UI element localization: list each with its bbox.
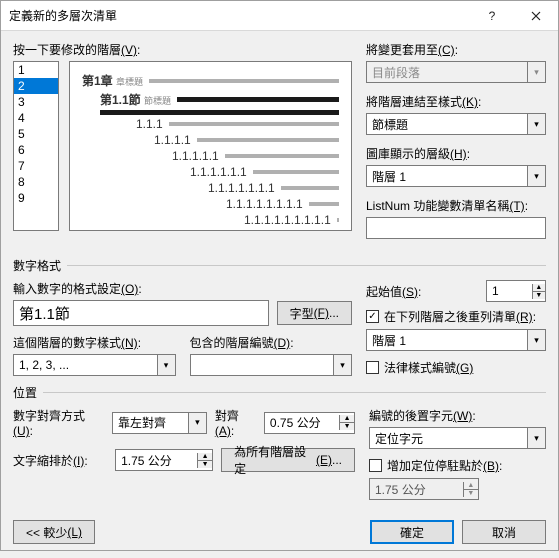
level-item[interactable]: 9 — [14, 190, 58, 206]
chevron-down-icon: ▾ — [333, 355, 351, 375]
chevron-down-icon: ▾ — [527, 62, 545, 82]
help-button[interactable]: ? — [470, 1, 514, 31]
chevron-down-icon: ▾ — [527, 114, 545, 134]
chevron-down-icon: ▾ — [527, 428, 545, 448]
follow-number-combo[interactable]: 定位字元▾ — [369, 427, 546, 449]
apply-to-combo[interactable]: 目前段落▾ — [366, 61, 546, 83]
number-style-label: 這個階層的數字樣式(N): — [13, 334, 176, 351]
gallery-level-combo[interactable]: 階層 1▾ — [366, 165, 546, 187]
aligned-at-spinner[interactable]: ▲▼ — [264, 412, 355, 434]
tab-stop-spinner: ▲▼ — [369, 478, 479, 500]
level-item[interactable]: 4 — [14, 110, 58, 126]
link-style-label: 將階層連結至樣式(K): — [366, 93, 546, 110]
cancel-button[interactable]: 取消 — [462, 520, 546, 544]
less-button[interactable]: << 較少(L) — [13, 520, 95, 544]
text-indent-label: 文字縮排於(I): — [13, 452, 107, 469]
level-item[interactable]: 5 — [14, 126, 58, 142]
spin-up-icon[interactable]: ▲ — [533, 284, 545, 292]
spin-down-icon[interactable]: ▼ — [340, 423, 354, 430]
titlebar: 定義新的多層次清單 ? — [1, 1, 558, 31]
chevron-down-icon: ▾ — [527, 330, 545, 350]
spin-down-icon: ▼ — [464, 490, 478, 497]
number-format-group: 數字格式 — [13, 257, 61, 274]
level-item[interactable]: 2 — [14, 78, 58, 94]
font-button[interactable]: 字型(F)... — [277, 301, 352, 325]
set-all-levels-button[interactable]: 為所有階層設定(E)... — [221, 448, 355, 472]
dialog-root: 定義新的多層次清單 ? 按一下要修改的階層(V): 1 2 3 4 5 — [0, 0, 559, 551]
chevron-down-icon: ▾ — [188, 413, 206, 433]
checkbox-icon: ✓ — [366, 310, 379, 323]
number-alignment-label: 數字對齊方式(U): — [13, 407, 104, 438]
add-tab-stop-checkbox[interactable]: 增加定位停駐點於(B): — [369, 457, 546, 474]
spin-up-icon[interactable]: ▲ — [340, 415, 354, 423]
number-style-combo[interactable]: 1, 2, 3, ...▾ — [13, 354, 176, 376]
aligned-at-label: 對齊(A): — [215, 407, 256, 438]
level-listbox[interactable]: 1 2 3 4 5 6 7 8 9 — [13, 61, 59, 231]
ok-button[interactable]: 確定 — [370, 520, 454, 544]
level-item[interactable]: 3 — [14, 94, 58, 110]
start-at-spinner[interactable]: ▲▼ — [486, 280, 546, 302]
level-to-modify-label: 按一下要修改的階層(V): — [13, 41, 352, 58]
dialog-title: 定義新的多層次清單 — [9, 7, 470, 24]
checkbox-icon — [369, 459, 382, 472]
link-style-combo[interactable]: 節標題▾ — [366, 113, 546, 135]
level-item[interactable]: 7 — [14, 158, 58, 174]
gallery-level-label: 圖庫顯示的層級(H): — [366, 145, 546, 162]
spin-down-icon[interactable]: ▼ — [533, 292, 545, 299]
number-alignment-combo[interactable]: 靠左對齊▾ — [112, 412, 207, 434]
level-item[interactable]: 1 — [14, 62, 58, 78]
legal-style-checkbox[interactable]: 法律樣式編號(G) — [366, 359, 546, 376]
chevron-down-icon: ▾ — [527, 166, 545, 186]
position-group: 位置 — [13, 384, 37, 401]
follow-number-label: 編號的後置字元(W): — [369, 407, 546, 424]
start-at-label: 起始值(S): — [366, 283, 480, 300]
spin-up-icon: ▲ — [464, 482, 478, 490]
text-indent-spinner[interactable]: ▲▼ — [115, 449, 213, 471]
level-item[interactable]: 8 — [14, 174, 58, 190]
apply-to-label: 將變更套用至(C): — [366, 41, 546, 58]
number-format-input[interactable] — [13, 300, 269, 326]
restart-after-combo[interactable]: 階層 1▾ — [366, 329, 546, 351]
preview-pane: 第1章 章標題 第1.1節 節標題 1.1.1 1.1.1.1 1.1.1.1.… — [69, 61, 352, 231]
spin-down-icon[interactable]: ▼ — [198, 461, 212, 468]
include-level-label: 包含的階層編號(D): — [190, 334, 353, 351]
spin-up-icon[interactable]: ▲ — [198, 453, 212, 461]
close-button[interactable] — [514, 1, 558, 31]
restart-after-checkbox[interactable]: ✓ 在下列階層之後重列清單(R): — [366, 308, 546, 325]
include-level-combo[interactable]: ▾ — [190, 354, 353, 376]
close-icon — [531, 11, 541, 21]
checkbox-icon — [366, 361, 379, 374]
listnum-label: ListNum 功能變數清單名稱(T): — [366, 197, 546, 214]
enter-format-label: 輸入數字的格式設定(O): — [13, 280, 352, 297]
listnum-input[interactable] — [366, 217, 546, 239]
chevron-down-icon: ▾ — [157, 355, 175, 375]
level-item[interactable]: 6 — [14, 142, 58, 158]
